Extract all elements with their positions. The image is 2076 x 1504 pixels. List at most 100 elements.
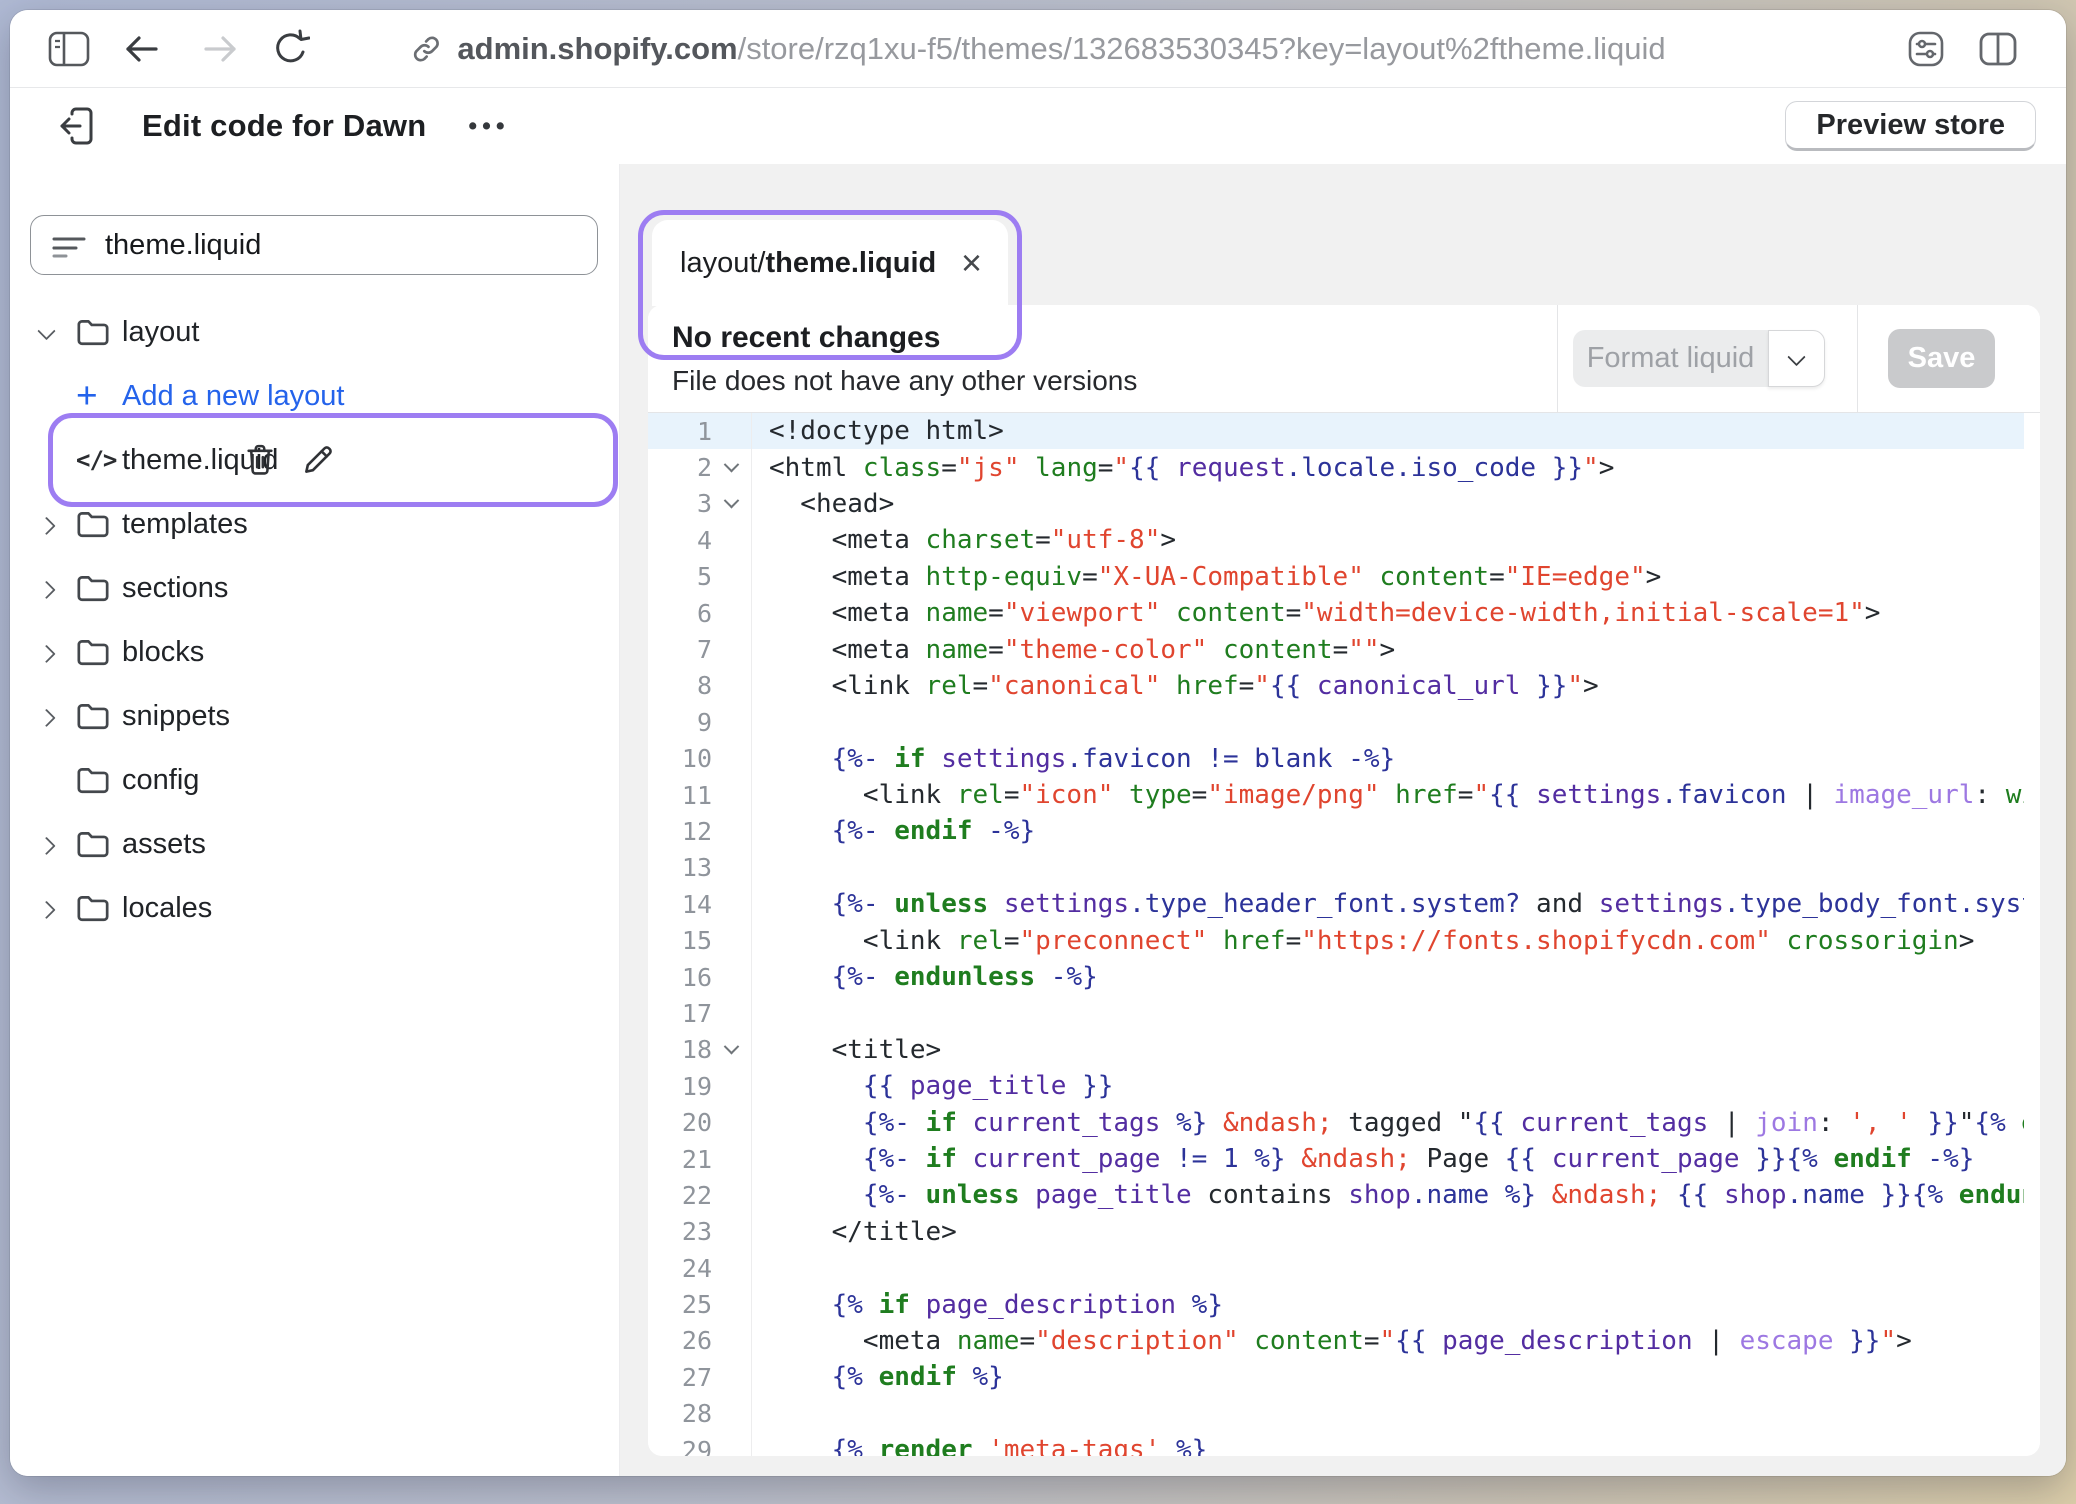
chevron-right-icon[interactable] [37,580,55,598]
gutter-cell: 11 [648,777,752,813]
status-title: No recent changes [672,321,940,355]
code-file-icon: </> [76,446,118,474]
chevron-down-icon[interactable] [37,321,55,339]
gutter-cell: 19 [648,1068,752,1104]
format-liquid-button[interactable]: Format liquid [1573,330,1768,387]
code-line: 1 <!doctype html> [648,413,2024,449]
code-text: {%- if current_tags %} &ndash; tagged "{… [752,1108,2024,1138]
back-icon[interactable] [122,33,162,65]
editor-tab[interactable]: layout/theme.liquid × [652,220,1008,306]
fold-icon[interactable] [723,493,739,509]
code-line: 23 </title> [648,1214,2024,1250]
chevron-right-icon[interactable] [37,900,55,918]
chevron-right-icon[interactable] [37,836,55,854]
line-number: 28 [648,1399,712,1428]
add-layout-button[interactable]: +Add a new layout [10,364,619,428]
line-number: 1 [648,417,712,446]
browser-bar: admin.shopify.com/store/rzq1xu-f5/themes… [10,10,2066,88]
code-line: 2<html class="js" lang="{{ request.local… [648,449,2024,485]
code-text: <!doctype html> [752,416,2024,446]
link-icon [410,33,442,65]
code-line: 28 [648,1396,2024,1432]
line-number: 15 [648,926,712,955]
tree-folder-locales[interactable]: locales [10,876,619,940]
code-text: {%- if settings.favicon != blank -%} [752,744,2024,774]
page-title: Edit code for Dawn [142,108,426,144]
preview-store-button[interactable]: Preview store [1785,101,2036,151]
line-number: 4 [648,526,712,555]
code-text: <meta charset="utf-8"> [752,525,2024,555]
gutter-cell: 22 [648,1177,752,1213]
app-header: Edit code for Dawn ••• Preview store [10,88,2066,164]
chevron-right-icon[interactable] [37,708,55,726]
status-subtitle: File does not have any other versions [672,365,1137,397]
delete-file-button[interactable] [244,443,276,477]
code-text: {% render 'meta-tags' %} [752,1435,2024,1456]
sidebar-toggle-icon[interactable] [48,31,90,67]
tree-item-label: locales [122,892,212,925]
code-text: {%- endunless -%} [752,962,2024,992]
gutter-cell: 8 [648,668,752,704]
code-line: 22 {%- unless page_title contains shop.n… [648,1177,2024,1213]
tree-folder-assets[interactable]: assets [10,812,619,876]
format-liquid-dropdown[interactable] [1768,330,1825,387]
rename-file-button[interactable] [302,444,334,476]
chevron-right-icon[interactable] [37,516,55,534]
code-text: <link rel="canonical" href="{{ canonical… [752,671,2024,701]
save-button[interactable]: Save [1888,329,1995,388]
gutter-cell: 25 [648,1286,752,1322]
gutter-cell: 16 [648,959,752,995]
gutter-cell: 6 [648,595,752,631]
gutter-cell: 3 [648,486,752,522]
url-bar[interactable]: admin.shopify.com/store/rzq1xu-f5/themes… [410,31,1665,67]
code-text: <html class="js" lang="{{ request.locale… [752,453,2024,483]
line-number: 24 [648,1254,712,1283]
gutter-cell: 23 [648,1214,752,1250]
content: layout+Add a new layout</>theme.liquidte… [10,164,2066,1476]
line-number: 14 [648,890,712,919]
file-search-box[interactable] [30,215,598,275]
file-search-input[interactable] [105,229,577,262]
fold-icon[interactable] [723,457,739,473]
code-text: {% endif %} [752,1362,2024,1392]
gutter-cell: 17 [648,995,752,1031]
editor-toolbar: No recent changes File does not have any… [648,305,2040,413]
gutter-cell: 2 [648,449,752,485]
tree-item-label: blocks [122,636,204,669]
file-tree: layout+Add a new layout</>theme.liquidte… [10,300,619,940]
page-settings-icon[interactable] [1906,29,1946,69]
gutter-cell: 13 [648,850,752,886]
code-line: 9 [648,704,2024,740]
line-number: 26 [648,1326,712,1355]
chevron-right-icon[interactable] [37,644,55,662]
gutter-cell: 27 [648,1359,752,1395]
tree-folder-sections[interactable]: sections [10,556,619,620]
code-line: 25 {% if page_description %} [648,1286,2024,1322]
tree-folder-blocks[interactable]: blocks [10,620,619,684]
reload-icon[interactable] [272,29,310,69]
line-number: 29 [648,1436,712,1456]
line-number: 25 [648,1290,712,1319]
forward-icon[interactable] [200,33,240,65]
fold-icon[interactable] [723,1039,739,1055]
code-line: 19 {{ page_title }} [648,1068,2024,1104]
tree-folder-templates[interactable]: templates [10,492,619,556]
code-line: 10 {%- if settings.favicon != blank -%} [648,741,2024,777]
exit-editor-button[interactable] [58,106,98,146]
gutter-cell: 18 [648,1032,752,1068]
code-text: <head> [752,489,2024,519]
code-line: 16 {%- endunless -%} [648,959,2024,995]
code-line: 8 <link rel="canonical" href="{{ canonic… [648,668,2024,704]
tree-folder-layout[interactable]: layout [10,300,619,364]
tree-folder-config[interactable]: config [10,748,619,812]
code-editor[interactable]: 1 <!doctype html>2<html class="js" lang="… [648,413,2040,1456]
tree-file-theme.liquid[interactable]: </>theme.liquid [10,428,619,492]
tree-item-label: config [122,764,199,797]
code-line: 27 {% endif %} [648,1359,2024,1395]
tab-close-button[interactable]: × [959,245,984,281]
editor-main: layout/theme.liquid × No recent changes … [620,164,2066,1476]
tree-folder-snippets[interactable]: snippets [10,684,619,748]
tab-label: layout/theme.liquid [680,247,936,280]
split-view-icon[interactable] [1978,31,2018,67]
overflow-menu-button[interactable]: ••• [468,112,509,141]
